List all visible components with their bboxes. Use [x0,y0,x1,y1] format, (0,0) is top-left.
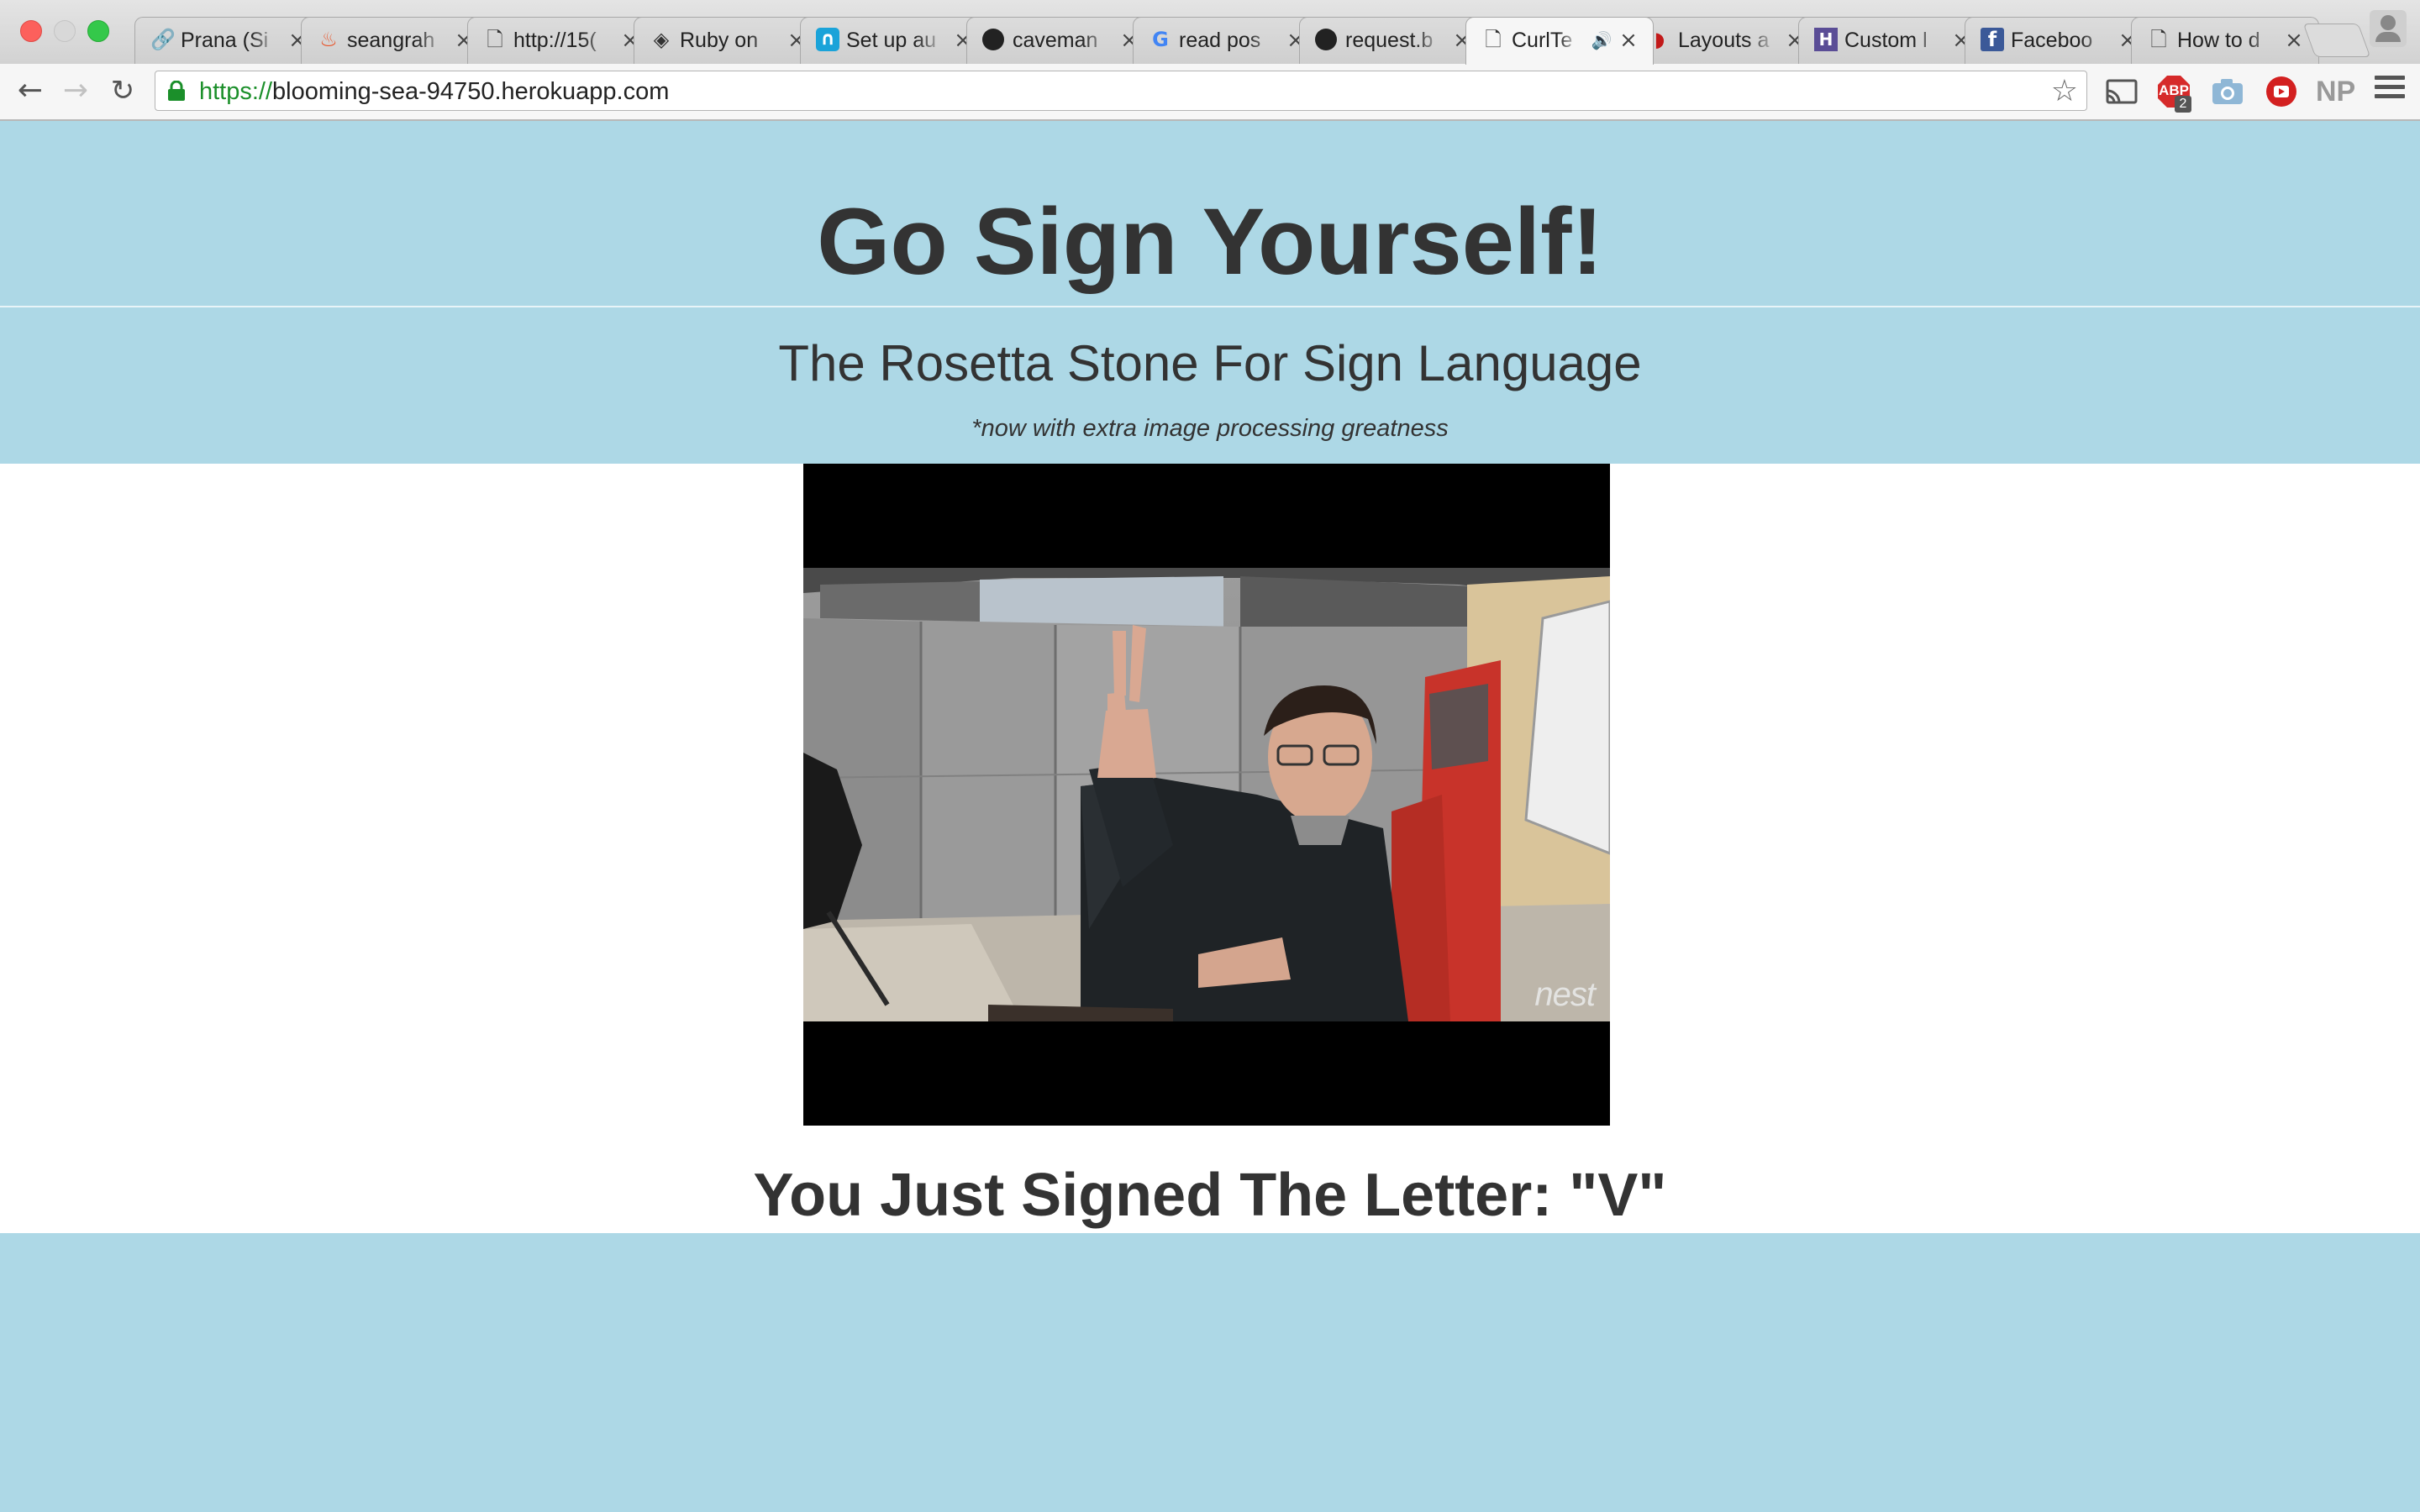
tab-title: Custom l [1844,29,1928,52]
browser-tab[interactable]: ∩ Set up au × [800,17,988,64]
browser-tab[interactable]: caveman × [966,17,1155,64]
nest-watermark: nest [1534,976,1596,1013]
tab-title: Ruby on [680,29,759,52]
tab-title: Layouts a [1678,29,1770,52]
np-extension-icon[interactable]: NP [2316,74,2355,109]
tab-title: Prana (Si [181,29,269,52]
signed-letter-result: You Just Signed The Letter: "V" [753,1162,1667,1229]
gem-icon: ◈ [653,28,670,51]
adblock-icon[interactable]: ABP 2 [2156,74,2191,113]
flame-icon: ♨ [319,28,338,51]
browser-tab[interactable]: 🗋 http://15( × [467,17,655,64]
tab-title: read pos [1179,29,1261,52]
browser-tab[interactable]: 🔗 Prana (Si × [134,17,323,64]
browser-tab[interactable]: request.b × [1299,17,1487,64]
window-zoom-button[interactable] [87,20,109,42]
forward-arrow-icon[interactable]: → [57,72,94,109]
tab-title: CurlTe [1512,29,1573,52]
browser-tab-active[interactable]: 🗋 CurlTe 🔊 × [1465,17,1654,65]
webcam-video[interactable]: nest [803,464,1610,1126]
github-icon [1315,29,1337,50]
address-bar[interactable]: https://blooming-sea-94750.herokuapp.com… [155,71,2087,111]
page-subtitle: The Rosetta Stone For Sign Language [778,335,1642,391]
webcam-scene-image [803,568,1610,1021]
page-icon: 🗋 [487,28,503,51]
url-scheme: https:// [199,78,273,105]
page-icon: 🗋 [1485,28,1502,51]
tab-title: Set up au [846,29,937,52]
facebook-icon: f [1981,28,2004,51]
url-text[interactable]: https://blooming-sea-94750.herokuapp.com [199,78,669,105]
browser-toolbar: ← → ↻ https://blooming-sea-94750.herokua… [0,64,2420,121]
adblock-badge: 2 [2175,96,2191,113]
speaker-icon[interactable]: 🔊 [1591,28,1612,53]
menu-hamburger-icon[interactable] [2375,76,2405,106]
page-title: Go Sign Yourself! [817,189,1603,294]
page-icon: 🗋 [2150,28,2167,51]
tab-title: How to d [2177,29,2260,52]
tab-title: http://15( [513,29,597,52]
browser-tab[interactable]: G read pos × [1133,17,1321,64]
tab-title: request.b [1345,29,1434,52]
browser-tab-strip: 🔗 Prana (Si × ♨ seangrah × 🗋 http://15( … [0,0,2420,65]
browser-tab[interactable]: ◈ Ruby on × [634,17,822,64]
profile-button[interactable] [2370,10,2407,47]
tab-close-icon[interactable]: × [2283,28,2305,53]
browser-tab[interactable]: H Custom l × [1798,17,1986,64]
url-host: blooming-sea-94750.herokuapp.com [272,78,670,105]
camera-icon[interactable] [2210,74,2245,109]
window-minimize-button[interactable] [54,20,76,42]
webcam-frame: nest [803,568,1610,1021]
bookmark-star-icon[interactable]: ☆ [2051,75,2078,108]
tab-close-icon[interactable]: × [1618,28,1639,53]
tagline: *now with extra image processing greatne… [971,415,1449,442]
youtube-icon[interactable] [2264,74,2299,109]
google-icon: G [1152,28,1169,51]
back-arrow-icon[interactable]: ← [12,72,49,109]
tab-title: caveman [1013,29,1098,52]
n-logo-icon: ∩ [816,28,839,51]
page-content: Go Sign Yourself! The Rosetta Stone For … [0,121,2420,1512]
browser-tab[interactable]: ♨ seangrah × [301,17,489,64]
browser-tab[interactable]: ◗ Layouts a × [1632,17,1820,64]
cast-icon[interactable] [2104,74,2139,109]
browser-tab[interactable]: f Faceboo × [1965,17,2153,64]
person-icon [2381,15,2396,30]
window-close-button[interactable] [20,20,42,42]
lock-icon [168,81,185,101]
hero-section: Go Sign Yourself! [0,121,2420,307]
link-icon: 🔗 [150,28,176,51]
tab-title: seangrah [347,29,435,52]
h-logo-icon: H [1814,28,1838,51]
browser-tab[interactable]: 🗋 How to d × [2131,17,2319,64]
new-tab-button[interactable] [2302,24,2371,57]
tab-title: Faceboo [2011,29,2093,52]
reload-icon[interactable]: ↻ [104,72,141,109]
github-icon [982,29,1004,50]
